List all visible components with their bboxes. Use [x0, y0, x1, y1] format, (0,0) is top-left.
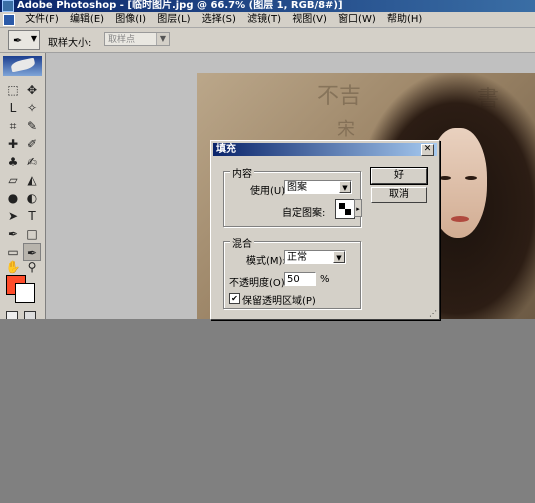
- opacity-label: 不透明度(O):: [229, 278, 289, 289]
- move-tool-icon[interactable]: ✥: [23, 81, 41, 99]
- menu-window[interactable]: 窗口(W): [334, 12, 380, 27]
- resize-grip-icon[interactable]: ⋰: [429, 309, 437, 318]
- feather-icon: [10, 57, 36, 73]
- brush-tool-icon[interactable]: ✐: [23, 135, 41, 153]
- dialog-title-bar[interactable]: 填充 ✕: [213, 143, 437, 156]
- pattern-picker-arrow[interactable]: ▸: [354, 199, 362, 217]
- lasso-tool-icon[interactable]: ᒪ: [4, 99, 22, 117]
- portrait-lips: [451, 216, 469, 222]
- shape-tool-icon[interactable]: □: [23, 225, 41, 243]
- preserve-transparency-label: 保留透明区域(P): [242, 296, 316, 307]
- blend-group-label: 混合: [230, 235, 254, 250]
- chevron-down-icon: ▼: [333, 251, 345, 263]
- preserve-transparency-checkbox[interactable]: ✔: [229, 293, 240, 304]
- photoshop-logo[interactable]: [3, 56, 42, 76]
- options-bar: ✒ ▼ 取样大小: 取样点 ▼: [0, 28, 535, 53]
- path-selection-tool-icon[interactable]: ➤: [4, 207, 22, 225]
- portrait-eye: [465, 176, 477, 180]
- mode-value: 正常: [287, 252, 307, 263]
- window-title: Adobe Photoshop - [临时图片.jpg @ 66.7% (图层 …: [17, 0, 343, 11]
- hand-tool-icon[interactable]: ✋: [4, 258, 22, 276]
- sample-size-value: 取样点: [108, 35, 136, 45]
- title-bar: Adobe Photoshop - [临时图片.jpg @ 66.7% (图层 …: [0, 0, 535, 12]
- use-label: 使用(U):: [250, 186, 289, 197]
- menu-help[interactable]: 帮助(H): [383, 12, 426, 27]
- paint-bucket-tool-icon[interactable]: ◭: [23, 171, 41, 189]
- dialog-title: 填充: [216, 144, 236, 155]
- custom-pattern-label: 自定图案:: [282, 208, 326, 219]
- menu-image[interactable]: 图像(I): [111, 12, 150, 27]
- empty-app-area: [0, 319, 535, 503]
- mode-label: 模式(M):: [246, 256, 286, 267]
- slice-tool-icon[interactable]: ✎: [23, 117, 41, 135]
- ok-button[interactable]: 好: [370, 167, 428, 185]
- pen-tool-icon[interactable]: ✒: [4, 225, 22, 243]
- fill-dialog: 填充 ✕ 内容 使用(U): 图案 ▼ 自定图案: ▸ 混合 模式(M): 正常…: [210, 140, 440, 320]
- menu-file[interactable]: 文件(F): [21, 12, 63, 27]
- tool-preset-picker[interactable]: ✒ ▼: [8, 30, 40, 50]
- healing-brush-tool-icon[interactable]: ✚: [4, 135, 22, 153]
- type-tool-icon[interactable]: T: [23, 207, 41, 225]
- background-color-swatch[interactable]: [15, 283, 35, 303]
- sample-size-label: 取样大小:: [48, 38, 92, 49]
- opacity-input[interactable]: 50: [284, 272, 316, 286]
- calligraphy-background: 宋: [337, 119, 355, 140]
- crop-tool-icon[interactable]: ⌗: [4, 117, 22, 135]
- document-icon: [3, 14, 15, 26]
- magic-wand-tool-icon[interactable]: ✧: [23, 99, 41, 117]
- photoshop-app-icon: [2, 0, 14, 12]
- opacity-value: 50: [287, 274, 300, 285]
- content-group-label: 内容: [230, 165, 254, 180]
- chevron-down-icon: ▼: [30, 34, 37, 43]
- calligraphy-background: 不吉: [317, 84, 362, 109]
- clone-stamp-tool-icon[interactable]: ♣: [4, 153, 22, 171]
- menu-edit[interactable]: 编辑(E): [66, 12, 108, 27]
- menu-select[interactable]: 选择(S): [198, 12, 240, 27]
- toolbox: ⬚ ✥ ᒪ ✧ ⌗ ✎ ✚ ✐ ♣ ✍ ▱ ◭ ● ◐ ➤ T ✒ □ ▭ ✒ …: [0, 53, 46, 323]
- opacity-unit: %: [320, 274, 330, 285]
- menu-filter[interactable]: 滤镜(T): [243, 12, 285, 27]
- eraser-tool-icon[interactable]: ▱: [4, 171, 22, 189]
- dodge-tool-icon[interactable]: ◐: [23, 189, 41, 207]
- use-dropdown[interactable]: 图案 ▼: [284, 180, 352, 194]
- portrait-eye: [439, 176, 451, 180]
- custom-pattern-swatch[interactable]: [335, 199, 355, 219]
- eyedropper-icon: ✒: [13, 34, 23, 47]
- marquee-tool-icon[interactable]: ⬚: [4, 81, 22, 99]
- chevron-down-icon: ▼: [339, 181, 351, 193]
- menu-layer[interactable]: 图层(L): [153, 12, 194, 27]
- chevron-down-icon: ▼: [156, 33, 169, 45]
- menu-view[interactable]: 视图(V): [288, 12, 331, 27]
- sample-size-dropdown[interactable]: 取样点 ▼: [104, 32, 170, 46]
- history-brush-tool-icon[interactable]: ✍: [23, 153, 41, 171]
- use-value: 图案: [287, 182, 307, 193]
- mode-dropdown[interactable]: 正常 ▼: [284, 250, 346, 264]
- blur-tool-icon[interactable]: ●: [4, 189, 22, 207]
- menu-bar: 文件(F) 编辑(E) 图像(I) 图层(L) 选择(S) 滤镜(T) 视图(V…: [0, 12, 535, 28]
- zoom-tool-icon[interactable]: ⚲: [23, 258, 41, 276]
- cancel-button[interactable]: 取消: [371, 187, 427, 203]
- close-icon[interactable]: ✕: [421, 144, 434, 156]
